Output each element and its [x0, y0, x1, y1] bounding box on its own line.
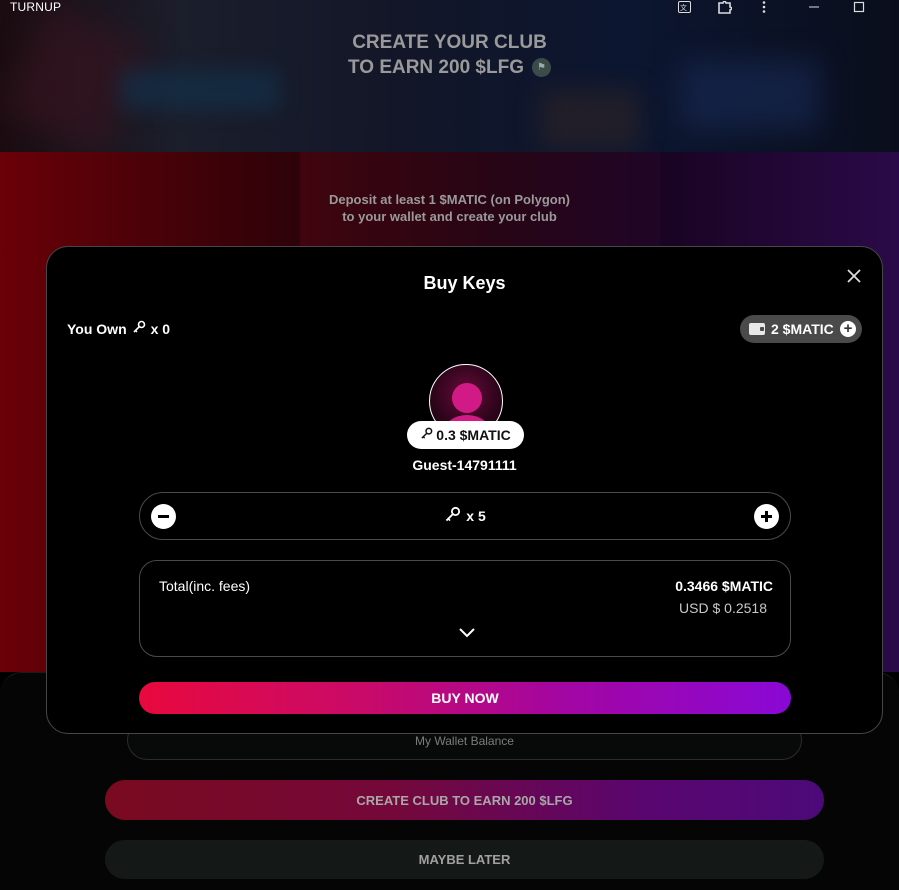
quantity-stepper: x 5	[139, 492, 791, 540]
buy-now-button[interactable]: BUY NOW	[139, 682, 791, 714]
extension-icon[interactable]	[715, 0, 733, 14]
key-icon	[132, 320, 146, 337]
wallet-balance-value: 2 $MATIC	[771, 321, 834, 337]
key-price-value: 0.3 $MATIC	[436, 427, 511, 443]
modal-title: Buy Keys	[423, 273, 506, 293]
you-own-count: x 0	[150, 320, 171, 337]
total-label: Total(inc. fees)	[159, 578, 251, 594]
key-icon	[420, 427, 433, 443]
total-matic-value: 0.3466 $MATIC	[675, 578, 773, 594]
total-usd-value: USD $ 0.2518	[679, 600, 767, 616]
wallet-balance-label: My Wallet Balance	[415, 734, 514, 748]
you-own: You Own x 0	[67, 320, 170, 337]
create-club-button[interactable]: CREATE CLUB TO EARN 200 $LFG	[105, 780, 824, 820]
hero-title-line2-wrap: TO EARN 200 $LFG ⚑	[348, 55, 551, 80]
hero-title-line1: CREATE YOUR CLUB	[352, 32, 547, 53]
hero-decor	[540, 90, 640, 150]
key-price-badge: 0.3 $MATIC	[407, 421, 524, 449]
total-summary: Total(inc. fees) 0.3466 $MATIC USD $ 0.2…	[139, 560, 791, 657]
add-funds-icon[interactable]: +	[840, 321, 856, 337]
you-own-label: You Own	[67, 320, 127, 337]
buy-keys-modal: Buy Keys You Own x 0 2 $MATIC + 0.3 $MAT…	[46, 246, 883, 734]
guest-name: Guest-14791111	[412, 457, 517, 473]
plus-icon[interactable]	[754, 504, 779, 529]
close-icon[interactable]	[845, 268, 863, 286]
more-vert-icon[interactable]	[755, 0, 773, 14]
chevron-down-icon[interactable]	[458, 625, 475, 639]
deposit-instructions: Deposit at least 1 $MATIC (on Polygon) t…	[0, 191, 899, 225]
deposit-line2: to your wallet and create your club	[342, 209, 557, 224]
svg-text:文: 文	[680, 3, 687, 12]
title-bar: TURNUP 文	[0, 0, 899, 14]
hero-title-line2: TO EARN 200 $LFG	[348, 57, 524, 78]
deposit-line1: Deposit at least 1 $MATIC (on Polygon)	[328, 192, 570, 207]
quantity-display: x 5	[444, 506, 486, 526]
key-icon	[444, 506, 461, 526]
minus-icon[interactable]	[151, 504, 176, 529]
wallet-icon	[749, 323, 765, 335]
translate-icon[interactable]: 文	[675, 0, 693, 14]
minimize-icon[interactable]	[805, 0, 823, 14]
hero-title: CREATE YOUR CLUB TO EARN 200 $LFG ⚑	[0, 30, 899, 80]
maximize-icon[interactable]	[850, 0, 868, 14]
wallet-balance-pill[interactable]: 2 $MATIC +	[740, 315, 862, 343]
avatar-head	[452, 383, 482, 413]
app-title: TURNUP	[10, 0, 62, 14]
maybe-later-button[interactable]: MAYBE LATER	[105, 840, 824, 879]
flag-icon: ⚑	[531, 58, 551, 77]
quantity-value: x 5	[466, 508, 486, 524]
